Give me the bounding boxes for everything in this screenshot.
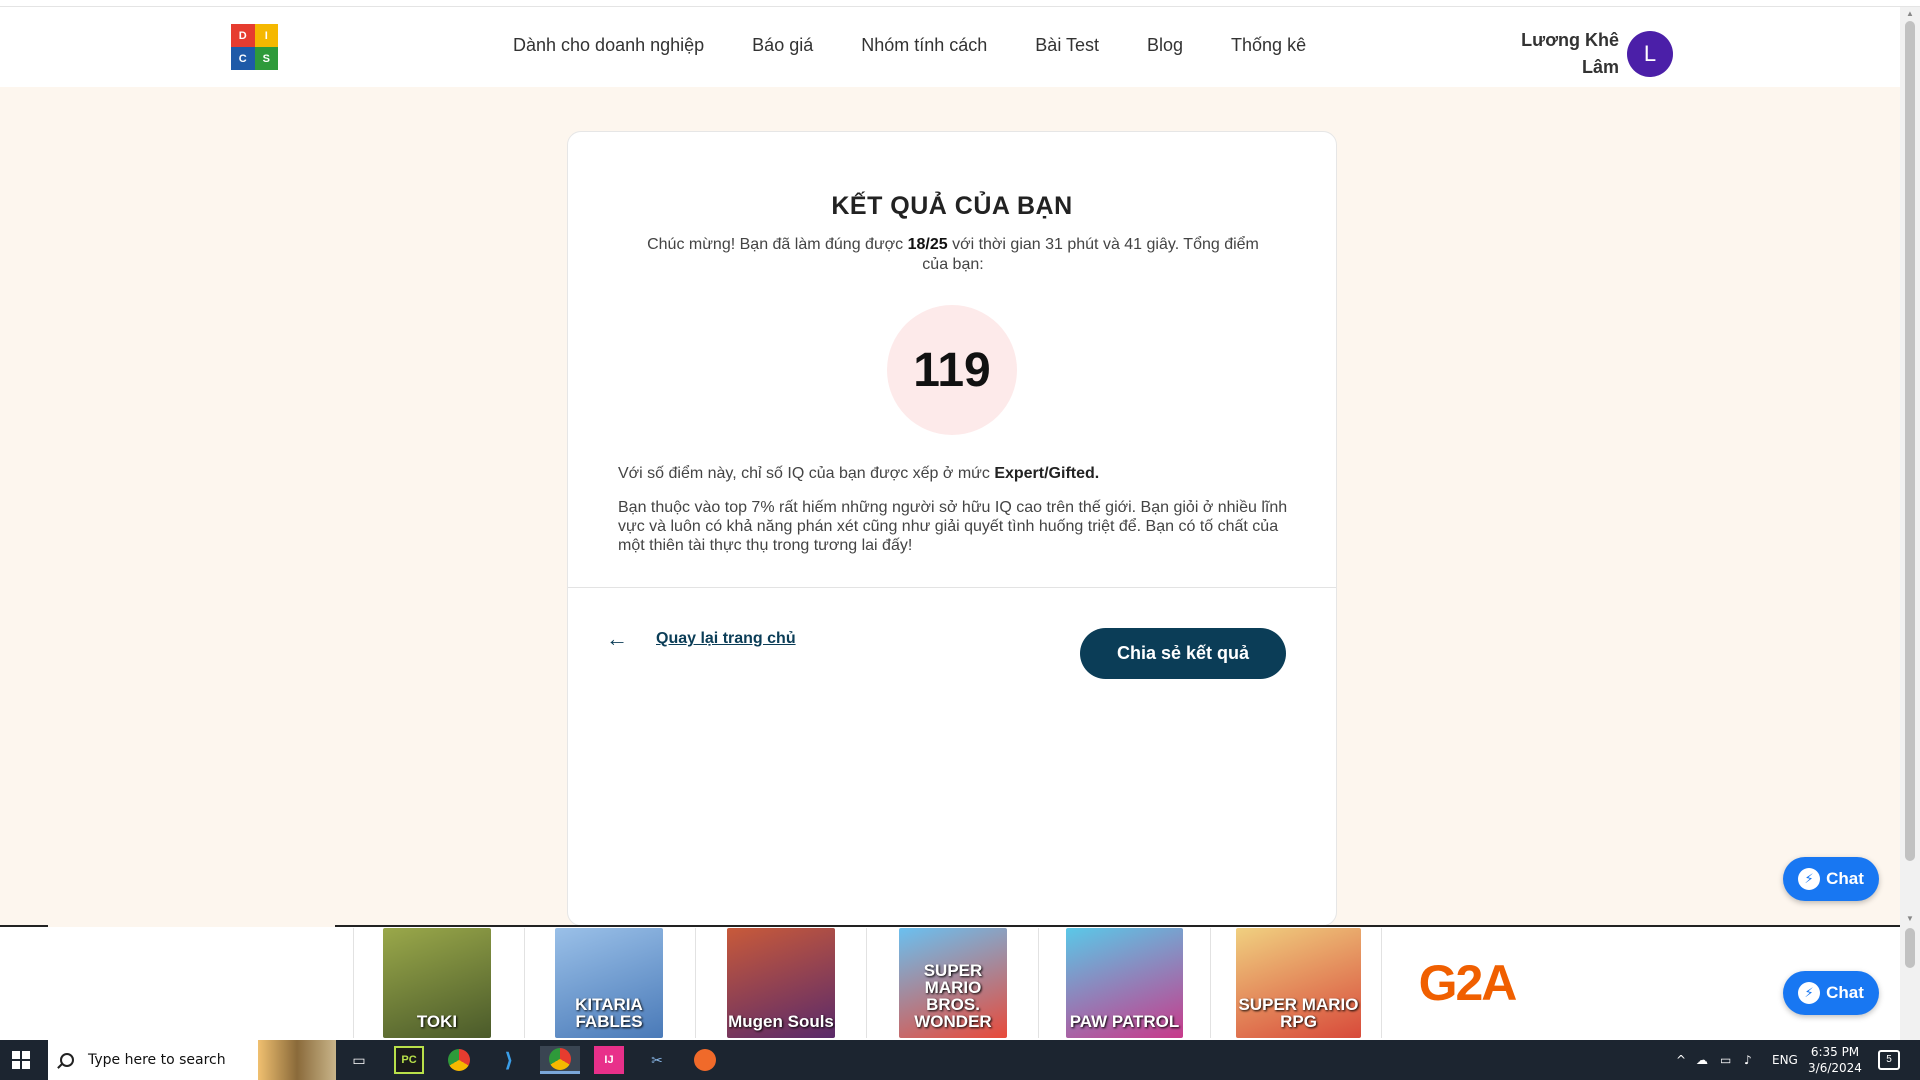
result-description: Bạn thuộc vào top 7% rất hiếm những ngườ… [618, 499, 1288, 554]
logo-cell-s: S [254, 47, 278, 70]
chrome-active-icon[interactable] [540, 1046, 580, 1074]
nav-item-personality-groups[interactable]: Nhóm tính cách [861, 35, 987, 56]
windows-taskbar: Type here to search ▭ PC ⟩ IJ ✂ ^ ☁ ▭ ♪ … [0, 1040, 1920, 1080]
logo-cell-c: C [231, 47, 255, 70]
logo-cell-i: I [254, 24, 278, 47]
clock-time: 6:35 PM [1810, 1045, 1860, 1059]
snipping-tool-icon[interactable]: ✂ [642, 1046, 672, 1074]
search-highlight-image [258, 1040, 336, 1080]
ad-separator [1210, 928, 1211, 1038]
ad-separator [695, 928, 696, 1038]
card-divider [568, 587, 1336, 588]
ad-game-title: SUPER MARIO RPG [1238, 995, 1359, 1031]
ad-game-tile[interactable]: Mugen Souls [727, 928, 835, 1038]
ad-separator [353, 928, 354, 1038]
onedrive-icon[interactable]: ☁ [1696, 1040, 1708, 1080]
ad-game-tile[interactable]: SUPER MARIO RPG [1236, 928, 1361, 1038]
ad-game-title: KITARIA FABLES [575, 995, 643, 1031]
avatar[interactable]: L [1627, 31, 1673, 77]
main-nav: Dành cho doanh nghiệp Báo giá Nhóm tính … [513, 35, 1354, 56]
search-icon [60, 1053, 74, 1067]
notification-center-icon[interactable]: 5 [1878, 1050, 1900, 1070]
intellij-icon[interactable]: IJ [594, 1046, 624, 1074]
site-header: D I C S Dành cho doanh nghiệp Báo giá Nh… [0, 7, 1900, 87]
language-indicator[interactable]: ENG [1772, 1040, 1798, 1080]
share-result-button[interactable]: Chia sẻ kết quả [1080, 628, 1286, 679]
task-view-icon[interactable]: ▭ [344, 1046, 374, 1074]
volume-icon[interactable]: ♪ [1744, 1040, 1752, 1080]
nav-item-statistics[interactable]: Thống kê [1231, 35, 1306, 56]
result-card: KẾT QUẢ CỦA BẠN Chúc mừng! Bạn đã làm đú… [567, 131, 1337, 926]
ad-game-title: Mugen Souls [728, 1012, 834, 1031]
logo-cell-d: D [231, 24, 255, 47]
chrome-icon[interactable] [444, 1046, 474, 1074]
ad-game-title: TOKI [416, 1012, 458, 1031]
back-home-label[interactable]: Quay lại trang chủ [656, 630, 796, 648]
score-value: 119 [887, 305, 1017, 435]
user-name: Lương Khê Lâm [1521, 30, 1619, 77]
summary-text-start: Chúc mừng! Bạn đã làm đúng được [647, 236, 908, 253]
messenger-icon: ⚡ [1798, 868, 1821, 890]
scroll-up-arrow-icon[interactable]: ▲ [1905, 9, 1915, 18]
ad-separator [1038, 928, 1039, 1038]
scroll-down-arrow-icon[interactable]: ▼ [1905, 914, 1915, 923]
ad-game-title: PAW PATROL [1069, 1012, 1180, 1031]
iq-level-text: Với số điểm này, chỉ số IQ của bạn được … [618, 465, 1298, 483]
summary-text-end: với thời gian 31 phút và 41 giây. Tổng đ… [922, 236, 1259, 273]
nav-item-blog[interactable]: Blog [1147, 35, 1183, 56]
g2a-logo[interactable]: G2A [1382, 928, 1552, 1038]
nav-item-pricing[interactable]: Báo giá [752, 35, 813, 56]
ad-game-tile[interactable]: SUPER MARIO BROS. WONDER [899, 928, 1007, 1038]
search-placeholder: Type here to search [88, 1052, 226, 1068]
taskbar-clock[interactable]: 6:35 PM 3/6/2024 [1800, 1044, 1870, 1076]
ad-game-tile[interactable]: PAW PATROL [1066, 928, 1183, 1038]
taskbar-search[interactable]: Type here to search [48, 1040, 336, 1080]
back-home-link[interactable]: ← Quay lại trang chủ [606, 626, 796, 652]
messenger-icon: ⚡ [1798, 982, 1821, 1004]
pycharm-icon[interactable]: PC [394, 1046, 424, 1074]
messenger-chat-button[interactable]: ⚡ Chat [1783, 857, 1879, 901]
browser-top-strip [0, 0, 1920, 7]
user-menu[interactable]: Lương Khê Lâm L [1500, 21, 1673, 77]
ad-game-tile[interactable]: KITARIA FABLES [555, 928, 663, 1038]
messenger-chat-button-2[interactable]: ⚡ Chat [1783, 971, 1879, 1015]
site-logo[interactable]: D I C S [231, 24, 278, 70]
postman-icon[interactable] [690, 1046, 720, 1074]
ad-game-title: SUPER MARIO BROS. WONDER [914, 961, 992, 1031]
chat-label: Chat [1826, 869, 1864, 888]
result-title: KẾT QUẢ CỦA BẠN [831, 192, 1073, 220]
ad-scrollbar[interactable] [1900, 925, 1920, 1040]
ad-game-tile[interactable]: TOKI [383, 928, 491, 1038]
clock-date: 3/6/2024 [1808, 1061, 1862, 1075]
ad-separator [866, 928, 867, 1038]
ad-separator [524, 928, 525, 1038]
ad-scroll-thumb[interactable] [1905, 928, 1915, 968]
page-scrollbar[interactable]: ▲ ▼ [1900, 7, 1920, 925]
vscode-icon[interactable]: ⟩ [494, 1046, 524, 1074]
chat-label: Chat [1826, 983, 1864, 1002]
iq-level: Expert/Gifted. [994, 465, 1100, 482]
arrow-left-icon[interactable]: ← [606, 626, 628, 652]
nav-item-business[interactable]: Dành cho doanh nghiệp [513, 35, 704, 56]
iq-level-prefix: Với số điểm này, chỉ số IQ của bạn được … [618, 465, 995, 482]
result-summary: Chúc mừng! Bạn đã làm đúng được 18/25 vớ… [633, 235, 1273, 275]
scroll-thumb[interactable] [1905, 21, 1915, 861]
nav-item-tests[interactable]: Bài Test [1035, 35, 1099, 56]
correct-count: 18/25 [907, 236, 948, 253]
network-icon[interactable]: ▭ [1720, 1040, 1731, 1080]
tray-chevron-icon[interactable]: ^ [1676, 1040, 1686, 1080]
windows-start-icon[interactable] [12, 1051, 30, 1069]
